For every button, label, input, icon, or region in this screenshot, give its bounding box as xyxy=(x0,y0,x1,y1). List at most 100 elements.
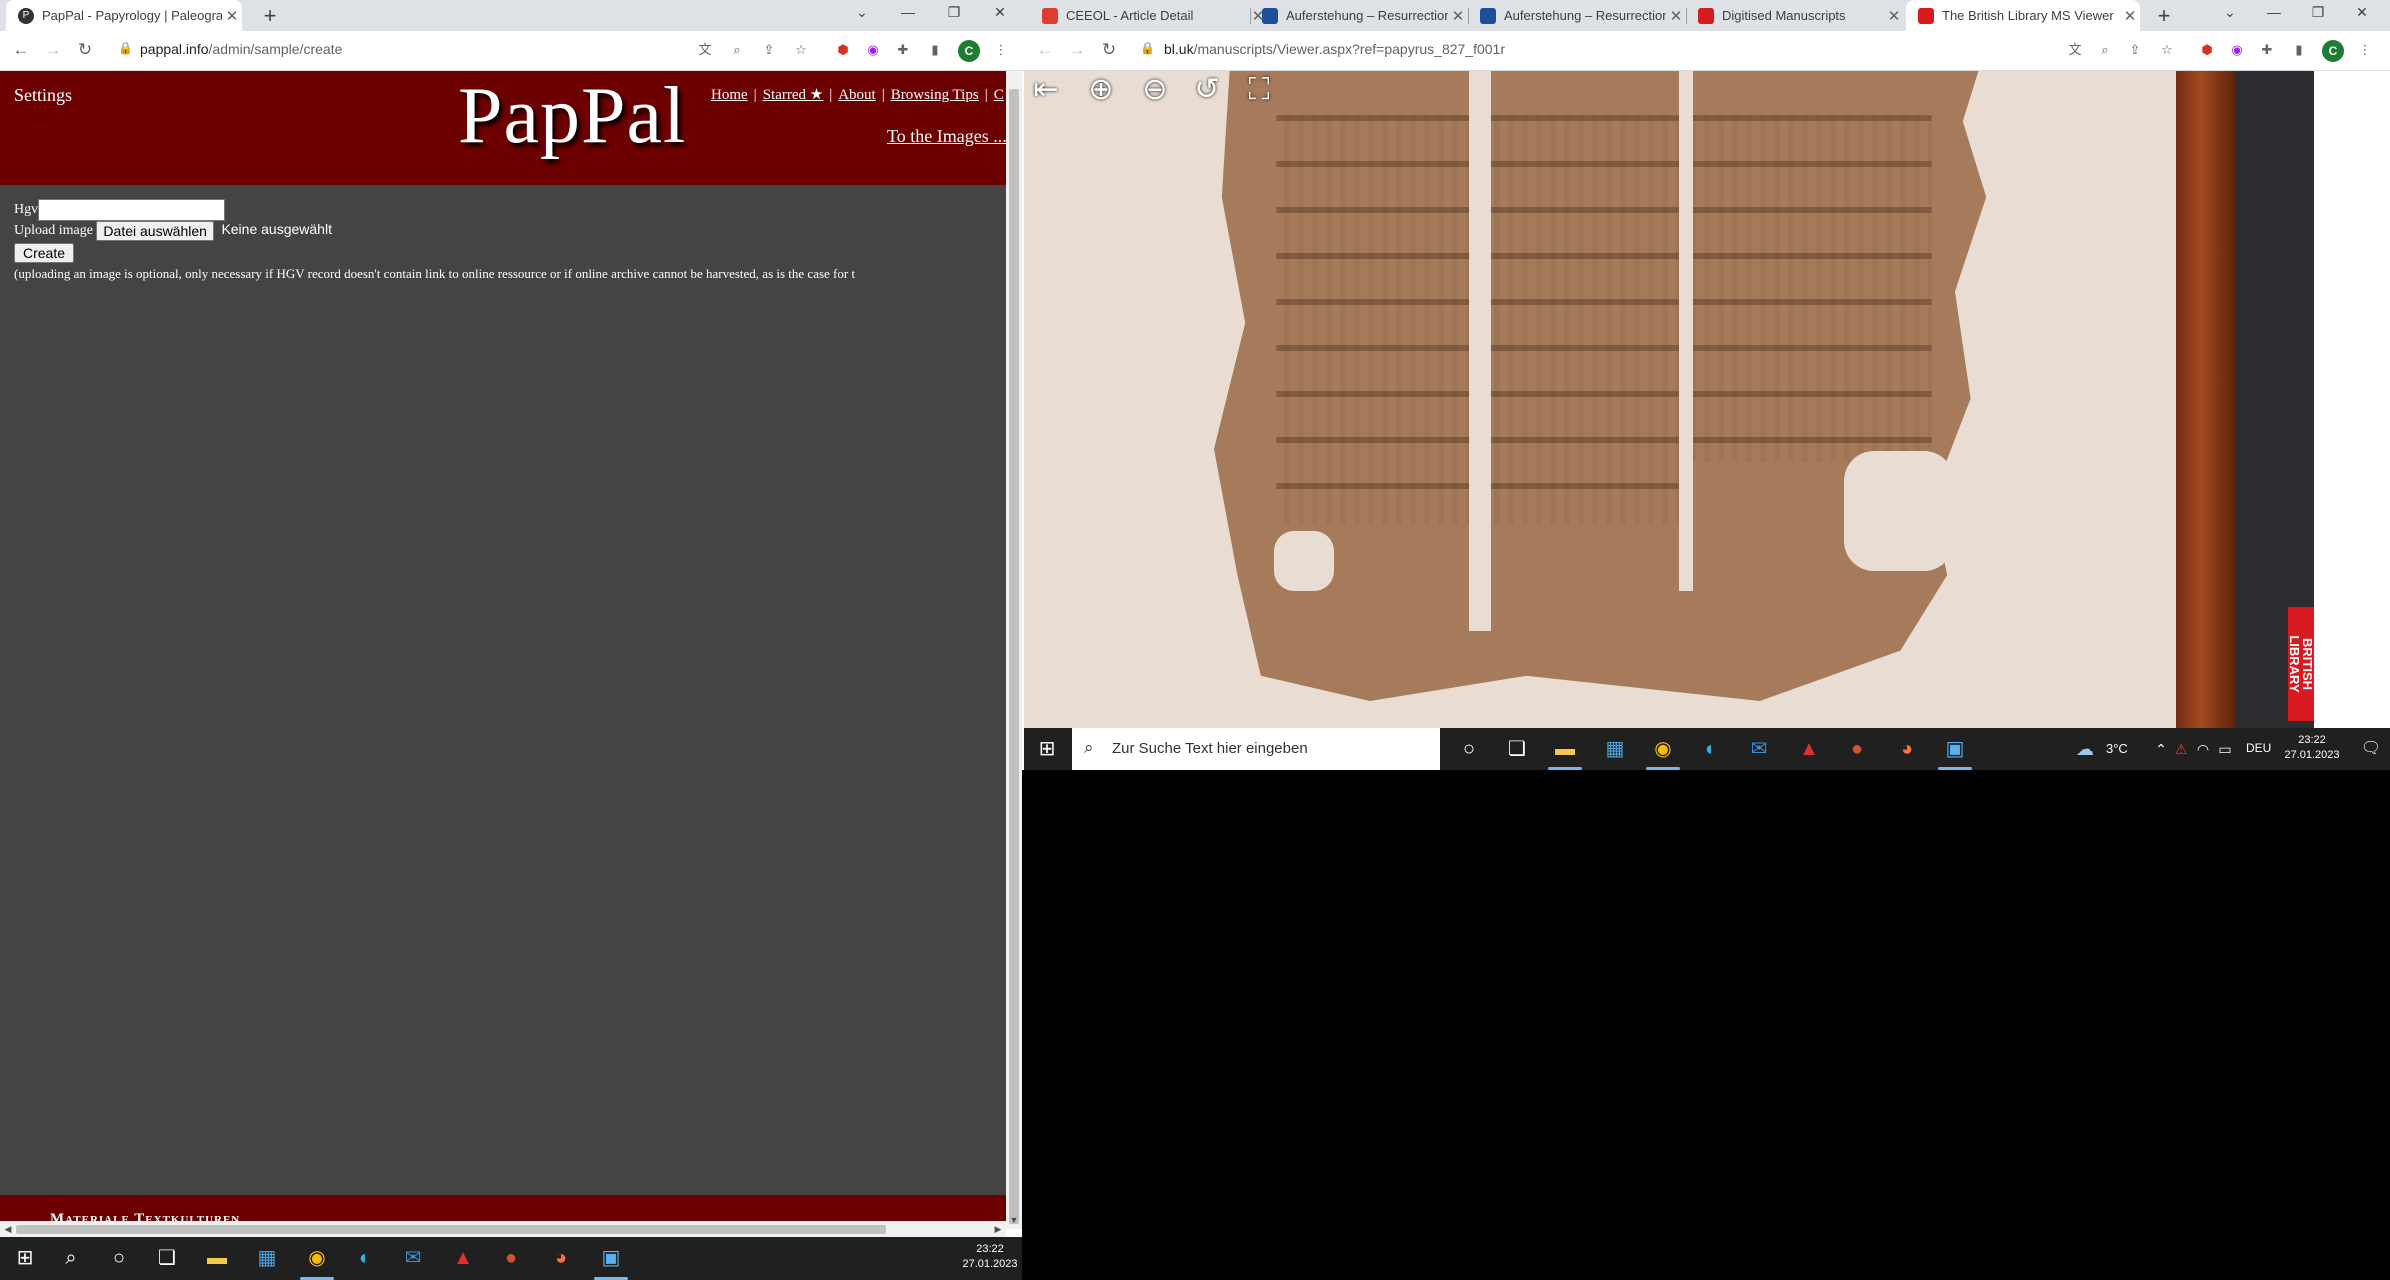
search-icon[interactable]: ⌕ xyxy=(56,1243,86,1273)
close-window-button[interactable]: ✕ xyxy=(988,4,1012,21)
reload-icon[interactable]: ↻ xyxy=(74,40,96,60)
sidepanel-icon[interactable]: ▮ xyxy=(2290,41,2308,59)
minimize-button[interactable]: — xyxy=(2262,4,2286,20)
weather-temp[interactable]: 3°C xyxy=(2106,741,2128,756)
language-indicator[interactable]: DEU xyxy=(2246,741,2271,755)
puzzle-icon[interactable]: ✚ xyxy=(894,41,912,59)
vertical-scroll-thumb[interactable] xyxy=(1009,89,1019,1224)
file-explorer-icon[interactable]: ▬ xyxy=(202,1243,232,1273)
left-clock[interactable]: 23:22 27.01.2023 xyxy=(958,1242,1022,1272)
back-arrow-icon[interactable]: ← xyxy=(1034,40,1056,60)
close-window-button[interactable]: ✕ xyxy=(2350,4,2374,21)
extension-icon[interactable]: ⬢ xyxy=(834,41,852,59)
mail-icon[interactable]: ✉ xyxy=(398,1243,428,1273)
reload-icon[interactable]: ↻ xyxy=(1098,40,1120,60)
extension-icon[interactable]: ⬢ xyxy=(2198,41,2216,59)
to-the-images-link[interactable]: To the Images ... xyxy=(887,126,1006,147)
nav-about[interactable]: About xyxy=(838,87,876,103)
address-bar[interactable]: pappal.info/admin/sample/create xyxy=(140,41,342,57)
tab-bl-viewer[interactable]: The British Library MS Viewer ✕ xyxy=(1906,0,2140,31)
horizontal-scrollbar[interactable]: ◀ ▶ xyxy=(0,1221,1006,1237)
extension-2-icon[interactable]: ◉ xyxy=(864,41,882,59)
sidepanel-icon[interactable]: ▮ xyxy=(926,41,944,59)
task-view-icon[interactable]: ❏ xyxy=(1502,734,1532,764)
nav-cut-off[interactable]: C xyxy=(994,87,1004,103)
rotate-icon[interactable]: ↺ xyxy=(1189,72,1225,108)
chrome-icon[interactable]: ◉ xyxy=(1648,734,1678,764)
file-explorer-icon[interactable]: ▬ xyxy=(1550,734,1580,764)
notification-icon[interactable]: 🗨 xyxy=(2356,734,2386,764)
new-tab-button[interactable]: + xyxy=(2152,3,2176,29)
puzzle-icon[interactable]: ✚ xyxy=(2258,41,2276,59)
chevron-down-icon[interactable]: ⌄ xyxy=(850,4,874,21)
choose-file-button[interactable]: Datei auswählen xyxy=(96,221,214,241)
close-icon[interactable]: ✕ xyxy=(1666,7,1686,25)
battery-icon[interactable]: ▭ xyxy=(2210,734,2240,764)
store-icon[interactable]: ▦ xyxy=(252,1243,282,1273)
profile-avatar[interactable]: C xyxy=(2322,40,2344,62)
close-icon[interactable]: ✕ xyxy=(1448,7,1468,25)
cloud-weather-icon[interactable]: ☁ xyxy=(2070,734,2100,764)
vertical-scrollbar[interactable]: ▼ xyxy=(1006,71,1022,1229)
photos-icon[interactable]: ▣ xyxy=(596,1243,626,1273)
task-view-icon[interactable]: ❏ xyxy=(152,1243,182,1273)
fit-to-screen-icon[interactable]: ⛶ xyxy=(1241,72,1277,108)
zoom-in-icon[interactable]: ⊕ xyxy=(1083,72,1119,108)
firefox-icon[interactable]: ◕ xyxy=(546,1243,576,1273)
menu-kebab-icon[interactable]: ⋮ xyxy=(2356,41,2374,59)
windows-start-icon[interactable]: ⊞ xyxy=(1032,734,1062,764)
chevron-down-icon[interactable]: ⌄ xyxy=(2218,4,2242,21)
horizontal-scroll-thumb[interactable] xyxy=(16,1225,886,1234)
minimize-button[interactable]: — xyxy=(896,4,920,20)
extension-2-icon[interactable]: ◉ xyxy=(2228,41,2246,59)
new-tab-button[interactable]: + xyxy=(258,3,282,29)
chrome-icon[interactable]: ◉ xyxy=(302,1243,332,1273)
hgv-input[interactable] xyxy=(38,199,226,221)
restore-button[interactable]: ❐ xyxy=(942,4,966,21)
photos-icon[interactable]: ▣ xyxy=(1940,734,1970,764)
zoom-icon[interactable]: ⌕ xyxy=(2096,41,2114,59)
close-icon[interactable]: ✕ xyxy=(2120,7,2140,25)
zoom-icon[interactable]: ⌕ xyxy=(728,41,746,59)
lock-icon[interactable]: 🔒 xyxy=(1140,41,1155,55)
scroll-left-arrow-icon[interactable]: ◀ xyxy=(0,1224,16,1235)
scroll-right-arrow-icon[interactable]: ▶ xyxy=(990,1224,1006,1235)
acrobat-icon[interactable]: ▲ xyxy=(1794,734,1824,764)
restore-button[interactable]: ❐ xyxy=(2306,4,2330,21)
windows-start-icon[interactable]: ⊞ xyxy=(10,1243,40,1273)
forward-arrow-icon[interactable]: → xyxy=(42,40,64,60)
cortana-icon[interactable]: ○ xyxy=(104,1243,134,1273)
tab-pappal[interactable]: P PapPal - Papyrology | Paleograph ✕ xyxy=(6,0,242,31)
british-library-badge[interactable]: BRITISH LIBRARY xyxy=(2287,607,2314,721)
zoom-out-icon[interactable]: ⊖ xyxy=(1137,72,1173,108)
firefox-icon[interactable]: ◕ xyxy=(1892,734,1922,764)
taskbar-search-box[interactable]: ⌕ Zur Suche Text hier eingeben xyxy=(1072,728,1440,770)
tab-digitised-manuscripts[interactable]: Digitised Manuscripts ✕ xyxy=(1686,0,1904,31)
nav-browsing-tips[interactable]: Browsing Tips xyxy=(891,87,979,103)
mail-icon[interactable]: ✉ xyxy=(1744,734,1774,764)
share-icon[interactable]: ⇪ xyxy=(2126,41,2144,59)
share-icon[interactable]: ⇪ xyxy=(760,41,778,59)
back-arrow-icon[interactable]: ← xyxy=(10,40,32,60)
create-button[interactable]: Create xyxy=(14,243,75,263)
menu-kebab-icon[interactable]: ⋮ xyxy=(992,41,1010,59)
acrobat-icon[interactable]: ▲ xyxy=(448,1243,478,1273)
settings-link[interactable]: Settings xyxy=(14,85,72,106)
bookmark-star-icon[interactable]: ☆ xyxy=(2158,41,2176,59)
powerpoint-icon[interactable]: ● xyxy=(1842,734,1872,764)
tab-auferstehung-1[interactable]: Auferstehung – Resurrection ✕ xyxy=(1250,0,1468,31)
manuscript-viewer[interactable]: BRITISH LIBRARY xyxy=(1024,71,2314,728)
bookmark-star-icon[interactable]: ☆ xyxy=(792,41,810,59)
cortana-icon[interactable]: ○ xyxy=(1454,734,1484,764)
lock-icon[interactable]: 🔒 xyxy=(118,41,133,55)
close-icon[interactable]: ✕ xyxy=(222,7,242,25)
scroll-down-arrow-icon[interactable]: ▼ xyxy=(1006,1215,1022,1225)
tab-ceeol[interactable]: CEEOL - Article Detail ✕ xyxy=(1030,0,1268,31)
tab-auferstehung-2[interactable]: Auferstehung – Resurrection ✕ xyxy=(1468,0,1686,31)
edge-icon[interactable]: ◐ xyxy=(350,1243,380,1273)
address-bar[interactable]: bl.uk/manuscripts/Viewer.aspx?ref=papyru… xyxy=(1164,41,1505,57)
pappal-logo[interactable]: PapPal xyxy=(458,71,686,162)
translate-icon[interactable]: 文 xyxy=(696,41,714,59)
store-icon[interactable]: ▦ xyxy=(1600,734,1630,764)
right-clock[interactable]: 23:22 27.01.2023 xyxy=(2280,733,2344,763)
